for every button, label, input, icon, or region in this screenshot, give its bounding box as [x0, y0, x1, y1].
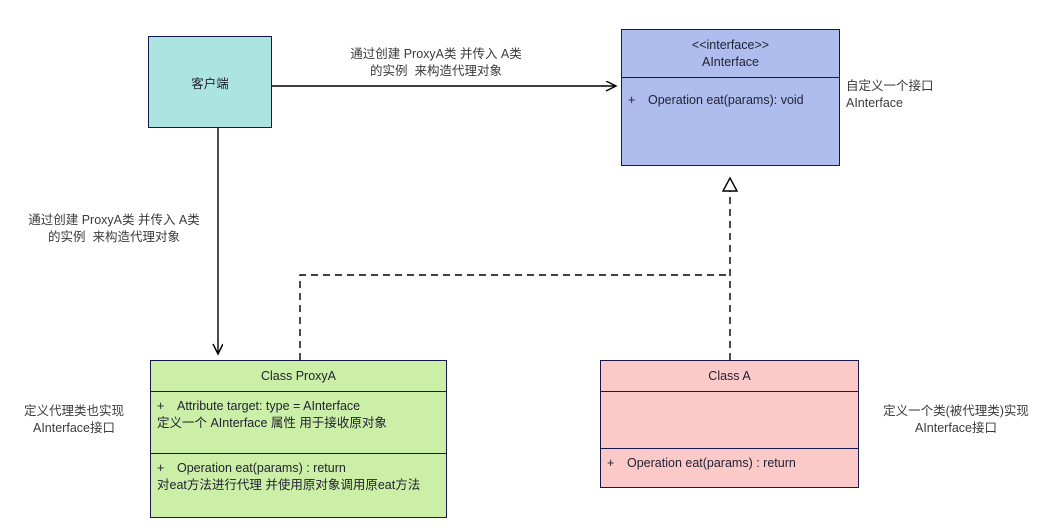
note-class-a: 定义一个类(被代理类)实现 AInterface接口 — [883, 404, 1029, 435]
ainterface-name: AInterface — [702, 54, 759, 69]
classa-name: Class A — [708, 368, 751, 383]
ainterface-stereotype: <<interface>> — [691, 37, 770, 52]
ainterface-operation-visibility: + — [628, 93, 636, 107]
note-proxya: 定义代理类也实现 AInterface接口 — [23, 404, 124, 435]
proxya-attribute-visibility: + — [157, 399, 165, 413]
classa-attributes-section — [601, 391, 858, 448]
classa-title-section: Class A — [601, 361, 858, 391]
edge-label-client-to-proxy: 通过创建 ProxyA类 并传入 A类 的实例 来构造代理对象 — [28, 213, 200, 244]
proxya-operations-section: + Operation eat(params) : return 对eat方法进… — [151, 453, 446, 517]
proxya-operation-signature: Operation eat(params) : return — [177, 461, 346, 475]
edge-proxy-to-interface — [299, 274, 730, 360]
node-class-a[interactable]: Class A + Operation eat(params) : return — [600, 360, 859, 488]
proxya-title-section: Class ProxyA — [151, 361, 446, 391]
ainterface-operation-row: + Operation eat(params): void — [622, 92, 839, 109]
note-interface: 自定义一个接口 AInterface — [846, 79, 934, 110]
proxya-operation-row: + Operation eat(params) : return — [151, 460, 446, 477]
proxya-attribute-signature: Attribute target: type = AInterface — [177, 399, 361, 413]
proxya-attribute-row: + Attribute target: type = AInterface — [151, 398, 446, 415]
ainterface-operation-signature: Operation eat(params): void — [648, 93, 804, 107]
ainterface-operations-section: + Operation eat(params): void — [622, 77, 839, 165]
proxya-attributes-section: + Attribute target: type = AInterface 定义… — [151, 391, 446, 453]
uml-diagram-canvas: 客户端 <<interface>> AInterface + Operation… — [0, 0, 1046, 531]
proxya-operation-visibility: + — [157, 461, 165, 475]
edge-label-client-to-interface: 通过创建 ProxyA类 并传入 A类 的实例 来构造代理对象 — [350, 47, 522, 78]
ainterface-title-section: <<interface>> AInterface — [622, 30, 839, 77]
node-client[interactable]: 客户端 — [148, 36, 272, 128]
proxya-name: Class ProxyA — [260, 368, 337, 383]
classa-operations-section: + Operation eat(params) : return — [601, 448, 858, 487]
classa-operation-signature: Operation eat(params) : return — [627, 456, 796, 470]
node-ainterface[interactable]: <<interface>> AInterface + Operation eat… — [621, 29, 840, 166]
classa-operation-row: + Operation eat(params) : return — [601, 455, 858, 472]
proxya-attribute-note: 定义一个 AInterface 属性 用于接收原对象 — [157, 416, 387, 430]
classa-operation-visibility: + — [607, 456, 615, 470]
node-class-proxya[interactable]: Class ProxyA + Attribute target: type = … — [150, 360, 447, 518]
proxya-operation-note: 对eat方法进行代理 并使用原对象调用原eat方法 — [157, 478, 421, 492]
client-label: 客户端 — [191, 76, 229, 91]
